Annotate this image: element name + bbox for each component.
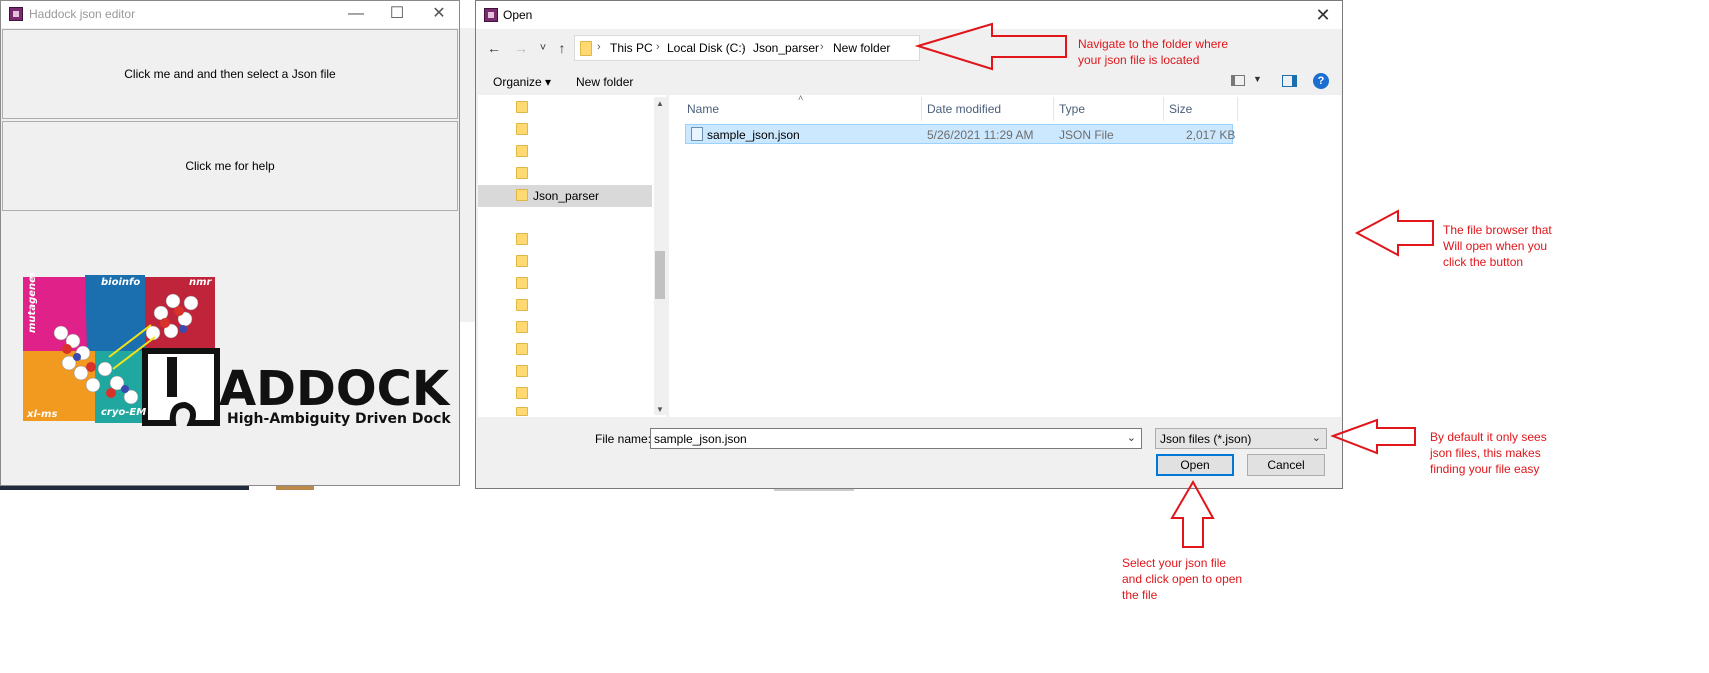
annotation-select-file: Select your json file and click open to … bbox=[1122, 556, 1243, 602]
up-arrow-select bbox=[1170, 479, 1215, 548]
annotation-navigate: Navigate to the folder where your json f… bbox=[1078, 37, 1229, 67]
annotation-arrows bbox=[914, 22, 1434, 548]
left-arrow-browser bbox=[1354, 209, 1434, 257]
left-arrow-navigate bbox=[914, 22, 1067, 71]
annotation-json-filter: By default it only sees json files, this… bbox=[1430, 430, 1547, 476]
left-arrow-filter bbox=[1330, 418, 1416, 455]
annotation-file-browser: The file browser that Will open when you… bbox=[1443, 223, 1552, 269]
